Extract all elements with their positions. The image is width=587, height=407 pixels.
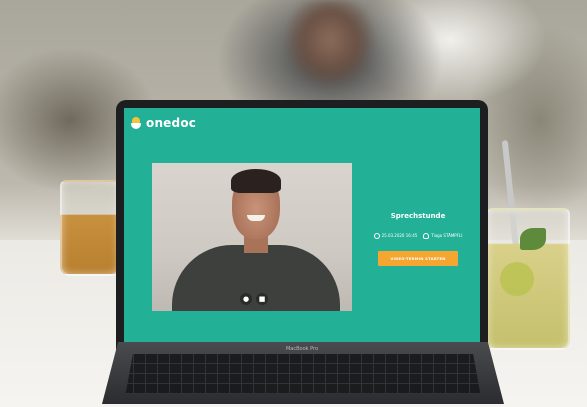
lime-slice: [500, 262, 534, 296]
datetime-group: 25.03.2020 16:45: [373, 233, 418, 239]
onedoc-logo[interactable]: onedoc: [130, 116, 196, 130]
microphone-icon[interactable]: ●: [240, 293, 252, 305]
mint-leaf: [520, 228, 546, 250]
keyboard: [125, 354, 481, 394]
start-video-appointment-button[interactable]: VIDEO-TERMIN STARTEN: [378, 251, 458, 266]
appointment-meta: 25.03.2020 16:45 Tiago STÄMPFLI: [356, 233, 480, 239]
doctor-group: Tiago STÄMPFLI: [423, 233, 462, 239]
drink-glass-left: [60, 180, 120, 276]
laptop-screen: onedoc ● ■ Sprechstunde 25.03.2020 16:45…: [124, 108, 480, 342]
person-hair: [231, 169, 281, 193]
appointment-doctor: Tiago STÄMPFLI: [431, 233, 463, 238]
video-controls: ● ■: [240, 293, 268, 305]
user-icon: [423, 233, 430, 239]
appointment-title: Sprechstunde: [390, 212, 446, 220]
logo-text: onedoc: [146, 116, 197, 130]
background-person: [270, 0, 390, 110]
video-feed: ● ■: [152, 163, 352, 311]
onedoc-logo-icon: [130, 117, 142, 129]
appointment-panel: Sprechstunde 25.03.2020 16:45 Tiago STÄM…: [356, 212, 480, 266]
appointment-datetime: 25.03.2020 16:45: [381, 233, 418, 238]
clock-icon: [373, 233, 380, 239]
device-label: MacBook Pro: [285, 346, 319, 352]
camera-icon[interactable]: ■: [256, 293, 268, 305]
